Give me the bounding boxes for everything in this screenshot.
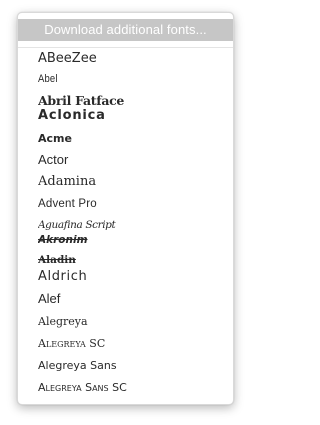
font-item-advent-pro[interactable]: Advent Pro — [38, 194, 228, 214]
font-item-alegreya-sans-sc[interactable]: Alegreya Sans SC — [38, 378, 228, 398]
font-item-aldrich[interactable]: Aldrich — [38, 266, 228, 288]
font-item-actor[interactable]: Actor — [38, 150, 228, 170]
font-item-akronim[interactable]: Akronim — [38, 231, 228, 249]
font-item-alegreya-sans[interactable]: Alegreya Sans — [38, 356, 228, 376]
font-dropdown-menu: Download additional fonts... ABeeZee Abe… — [17, 12, 234, 405]
font-item-aclonica[interactable]: Aclonica — [38, 108, 228, 124]
font-item-abel[interactable]: Abel — [38, 69, 201, 89]
font-item-adamina[interactable]: Adamina — [38, 171, 228, 193]
font-item-abeezee[interactable]: ABeeZee — [38, 49, 228, 69]
font-item-alegreya[interactable]: Alegreya — [38, 312, 228, 332]
font-item-alef[interactable]: Alef — [38, 288, 228, 310]
font-list: ABeeZee Abel Abril Fatface Aclonica Acme… — [18, 13, 233, 404]
font-item-alegreya-sc[interactable]: Alegreya SC — [38, 334, 228, 354]
font-item-abril-fatface[interactable]: Abril Fatface — [38, 93, 228, 109]
font-item-acme[interactable]: Acme — [38, 129, 228, 149]
